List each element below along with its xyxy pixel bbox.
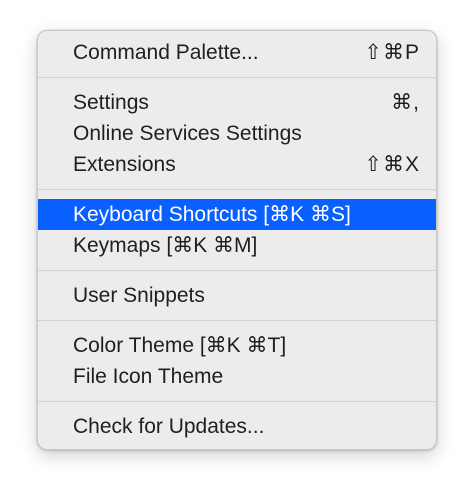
menu-item-label: Keymaps [⌘K ⌘M] [73,234,258,257]
menu-item-label: Keyboard Shortcuts [⌘K ⌘S] [73,203,351,226]
menu-item-label: File Icon Theme [73,365,224,388]
menu-item-online-services-settings[interactable]: Online Services Settings [38,118,436,149]
preferences-menu: Command Palette... ⇧⌘P Settings ⌘, Onlin… [37,30,437,450]
menu-separator [38,401,436,402]
menu-separator [38,270,436,271]
menu-item-label: Extensions [73,153,176,176]
menu-item-label: User Snippets [73,284,205,307]
menu-item-shortcut: ⌘, [391,91,420,114]
menu-item-label: Online Services Settings [73,122,302,145]
menu-separator [38,189,436,190]
menu-item-shortcut: ⇧⌘X [364,153,420,176]
menu-item-label: Check for Updates... [73,415,265,438]
menu-item-extensions[interactable]: Extensions ⇧⌘X [38,149,436,180]
menu-item-label: Command Palette... [73,41,259,64]
menu-item-shortcut: ⇧⌘P [364,41,420,64]
menu-separator [38,320,436,321]
menu-item-label: Settings [73,91,149,114]
menu-item-label: Color Theme [⌘K ⌘T] [73,334,287,357]
menu-item-keyboard-shortcuts[interactable]: Keyboard Shortcuts [⌘K ⌘S] [38,199,436,230]
menu-item-command-palette[interactable]: Command Palette... ⇧⌘P [38,37,436,68]
menu-item-keymaps[interactable]: Keymaps [⌘K ⌘M] [38,230,436,261]
menu-separator [38,77,436,78]
menu-item-check-for-updates[interactable]: Check for Updates... [38,411,436,442]
menu-item-file-icon-theme[interactable]: File Icon Theme [38,361,436,392]
menu-item-user-snippets[interactable]: User Snippets [38,280,436,311]
menu-item-settings[interactable]: Settings ⌘, [38,87,436,118]
menu-item-color-theme[interactable]: Color Theme [⌘K ⌘T] [38,330,436,361]
